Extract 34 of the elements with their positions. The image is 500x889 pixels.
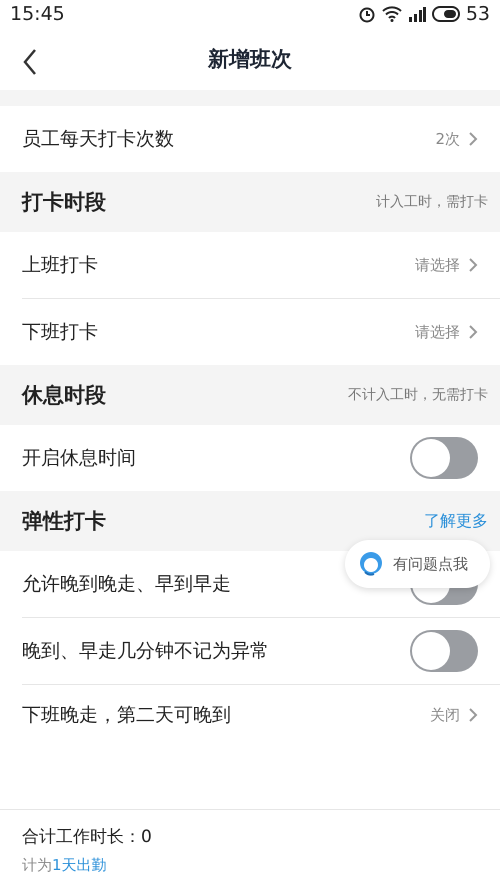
setting-label: 开启休息时间 [22, 446, 136, 471]
section-note: 计入工时，需打卡 [376, 193, 488, 211]
battery-level: 53 [466, 3, 490, 25]
setting-value[interactable]: 关闭 [430, 706, 460, 724]
total-work-hours: 合计工作时长：0 [22, 826, 153, 848]
section-note: 不计入工时，无需打卡 [348, 386, 488, 404]
setting-label: 员工每天打卡次数 [22, 127, 174, 152]
chevron-right-icon [468, 131, 478, 147]
wifi-icon [382, 6, 402, 22]
status-time: 15:45 [10, 3, 65, 25]
setting-label: 下班晚走，第二天可晚到 [22, 703, 231, 728]
signal-icon [408, 6, 426, 22]
section-title: 休息时段 [22, 382, 106, 409]
chevron-right-icon [468, 324, 478, 340]
alarm-icon [358, 5, 376, 23]
section-title: 弹性打卡 [22, 508, 106, 535]
setting-label: 允许晚到晚走、早到早走 [22, 572, 231, 597]
setting-label: 上班打卡 [22, 253, 98, 278]
battery-icon [432, 6, 460, 22]
toggle-switch[interactable] [410, 630, 478, 672]
learn-more-link[interactable]: 了解更多 [424, 510, 488, 532]
support-agent-icon [357, 550, 385, 578]
attendance-count: 计为1天出勤 [22, 856, 108, 874]
setting-value[interactable]: 请选择 [415, 322, 460, 342]
chevron-right-icon [468, 707, 478, 723]
setting-label: 下班打卡 [22, 320, 98, 345]
toggle-switch[interactable] [410, 437, 478, 479]
help-tooltip[interactable]: 有问题点我 [345, 540, 490, 588]
setting-value[interactable]: 2次 [435, 130, 460, 148]
setting-value[interactable]: 请选择 [415, 256, 460, 274]
setting-label: 晚到、早走几分钟不记为异常 [22, 639, 269, 664]
section-title: 打卡时段 [22, 189, 106, 216]
chevron-right-icon [468, 257, 478, 273]
page-title: 新增班次 [208, 46, 292, 73]
